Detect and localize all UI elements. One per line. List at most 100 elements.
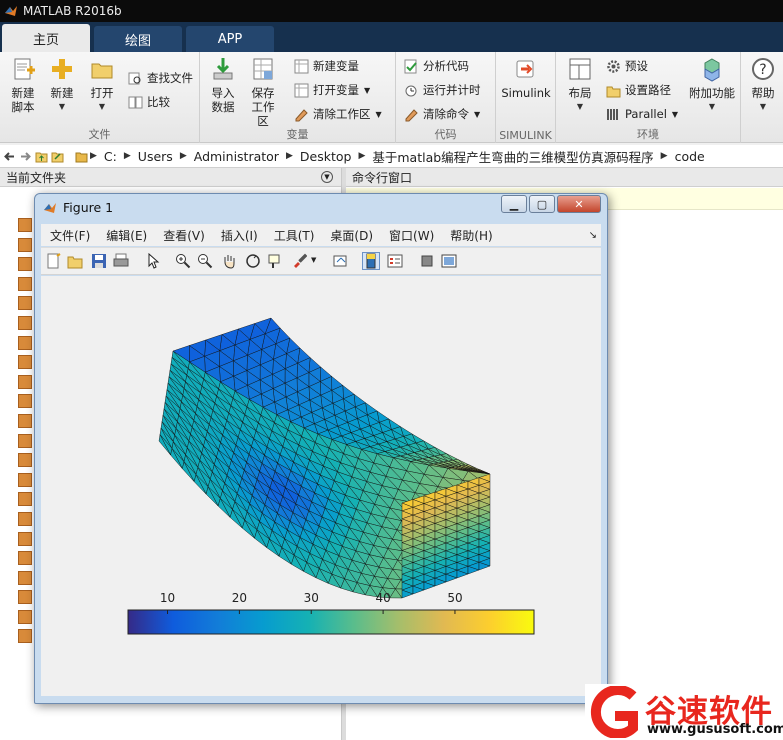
tab-plots[interactable]: 绘图 — [94, 26, 182, 52]
pan-hand-icon[interactable] — [221, 253, 237, 269]
matlab-file-icon[interactable] — [18, 511, 32, 526]
matlab-file-icon[interactable] — [18, 551, 32, 566]
panel-menu-icon[interactable]: ▼ — [321, 171, 333, 183]
menu-view[interactable]: 查看(V) — [163, 227, 205, 244]
compare-button[interactable]: 比较 — [128, 92, 170, 112]
forward-arrow-icon[interactable] — [19, 150, 32, 163]
open-file-icon[interactable] — [67, 253, 83, 269]
matlab-file-icon[interactable] — [18, 609, 32, 624]
breadcrumb-desktop[interactable]: Desktop — [300, 149, 352, 164]
matlab-file-icon[interactable] — [18, 335, 32, 350]
matlab-file-icon[interactable] — [18, 433, 32, 448]
layout-button[interactable]: 布局 ▼ — [562, 56, 598, 114]
matlab-file-icon[interactable] — [18, 492, 32, 507]
zoom-in-icon[interactable] — [175, 253, 191, 269]
matlab-file-icon[interactable] — [18, 472, 32, 487]
clear-commands-button[interactable]: 清除命令 ▼ — [404, 104, 480, 124]
legend-toggle-icon[interactable] — [387, 253, 403, 269]
help-button[interactable]: ? 帮助 ▼ — [747, 56, 779, 114]
matlab-file-icon[interactable] — [18, 374, 32, 389]
zoom-out-icon[interactable] — [197, 253, 213, 269]
back-arrow-icon[interactable] — [3, 150, 16, 163]
run-and-time-button[interactable]: 运行并计时 — [404, 80, 481, 100]
ribbon-group-resources: ? 帮助 ▼ — [741, 52, 783, 143]
breadcrumb-code[interactable]: code — [675, 149, 705, 164]
print-icon[interactable] — [113, 253, 129, 269]
parallel-button[interactable]: Parallel ▼ — [606, 104, 678, 124]
close-button[interactable]: ✕ — [557, 195, 601, 213]
matlab-file-icon[interactable] — [18, 276, 32, 291]
save-workspace-button[interactable]: 保存 工作区 — [246, 56, 280, 128]
menu-file[interactable]: 文件(F) — [50, 227, 90, 244]
menu-desktop[interactable]: 桌面(D) — [330, 227, 373, 244]
open-variable-icon — [294, 83, 309, 97]
matlab-file-icon[interactable] — [18, 355, 32, 370]
new-figure-icon[interactable] — [45, 253, 61, 269]
breadcrumb-users[interactable]: Users — [138, 149, 173, 164]
set-path-button[interactable]: 设置路径 — [606, 80, 671, 100]
breadcrumb-project-folder[interactable]: 基于matlab编程产生弯曲的三维模型仿真源码程序 — [372, 147, 653, 166]
brand-logo-icon — [590, 686, 638, 738]
ribbon-group-environment: 布局 ▼ 预设 设置路径 Parallel ▼ 附加功能 ▼ 环境 — [556, 52, 741, 143]
hide-plot-tools-icon[interactable] — [419, 253, 435, 269]
data-cursor-icon[interactable] — [267, 253, 283, 269]
matlab-file-icon[interactable] — [18, 531, 32, 546]
colorbar[interactable] — [127, 609, 535, 635]
up-folder-icon[interactable] — [35, 150, 48, 163]
simulink-button[interactable]: Simulink — [501, 56, 551, 100]
matlab-file-icon[interactable] — [18, 570, 32, 585]
import-data-button[interactable]: 导入 数据 — [208, 56, 238, 114]
show-plot-tools-icon[interactable] — [441, 253, 457, 269]
matlab-file-icon[interactable] — [18, 394, 32, 409]
matlab-file-icon[interactable] — [18, 590, 32, 605]
variable-group-label: 变量 — [286, 128, 309, 141]
tab-home[interactable]: 主页 — [2, 24, 90, 52]
rotate-3d-icon[interactable] — [245, 253, 261, 269]
breadcrumb-drive[interactable]: C: — [104, 149, 117, 164]
figure-axes-area[interactable]: 10 20 30 40 50 — [41, 276, 601, 696]
analyze-code-button[interactable]: 分析代码 — [404, 56, 469, 76]
open-button[interactable]: 打开 ▼ — [86, 56, 118, 114]
menu-dock-icon[interactable]: ↘ — [589, 230, 597, 241]
menu-help[interactable]: 帮助(H) — [450, 227, 492, 244]
find-files-button[interactable]: 查找文件 — [128, 68, 193, 88]
open-variable-button[interactable]: 打开变量 ▼ — [294, 80, 370, 100]
new-script-button[interactable]: 新建 脚本 — [6, 56, 40, 114]
clear-workspace-button[interactable]: 清除工作区 ▼ — [294, 104, 382, 124]
link-plot-icon[interactable] — [333, 253, 349, 269]
add-ons-button[interactable]: 附加功能 ▼ — [686, 56, 738, 114]
file-group-label: 文件 — [88, 128, 111, 141]
menu-window[interactable]: 窗口(W) — [389, 227, 434, 244]
menu-insert[interactable]: 插入(I) — [221, 227, 258, 244]
analyze-code-label: 分析代码 — [423, 59, 469, 73]
new-variable-button[interactable]: 新建变量 — [294, 56, 359, 76]
matlab-file-icon[interactable] — [18, 257, 32, 272]
matlab-file-icon[interactable] — [18, 237, 32, 252]
matlab-file-icon[interactable] — [18, 453, 32, 468]
window-title: MATLAB R2016b — [23, 4, 122, 18]
tab-apps[interactable]: APP — [186, 26, 274, 52]
menu-edit[interactable]: 编辑(E) — [106, 227, 147, 244]
parallel-label: Parallel — [625, 107, 667, 121]
breadcrumb-administrator[interactable]: Administrator — [194, 149, 279, 164]
open-variable-label: 打开变量 — [313, 83, 359, 97]
pointer-icon[interactable] — [145, 253, 161, 269]
minimize-button[interactable]: ▁ — [501, 195, 527, 213]
matlab-file-icon[interactable] — [18, 629, 32, 644]
matlab-file-icon[interactable] — [18, 218, 32, 232]
import-data-icon — [213, 58, 233, 80]
matlab-file-icon[interactable] — [18, 413, 32, 428]
new-variable-label: 新建变量 — [313, 59, 359, 73]
brush-dropdown-icon[interactable]: ▼ — [311, 256, 316, 264]
colorbar-toggle-icon[interactable] — [362, 252, 380, 270]
new-button[interactable]: 新建 ▼ — [46, 56, 78, 114]
browse-folder-icon[interactable] — [51, 150, 64, 163]
save-icon[interactable] — [91, 253, 107, 269]
brush-icon[interactable] — [291, 253, 307, 269]
matlab-file-icon[interactable] — [18, 296, 32, 311]
maximize-button[interactable]: ▢ — [529, 195, 555, 213]
folder-icon — [75, 152, 88, 162]
matlab-file-icon[interactable] — [18, 315, 32, 330]
preferences-button[interactable]: 预设 — [606, 56, 648, 76]
menu-tools[interactable]: 工具(T) — [274, 227, 315, 244]
